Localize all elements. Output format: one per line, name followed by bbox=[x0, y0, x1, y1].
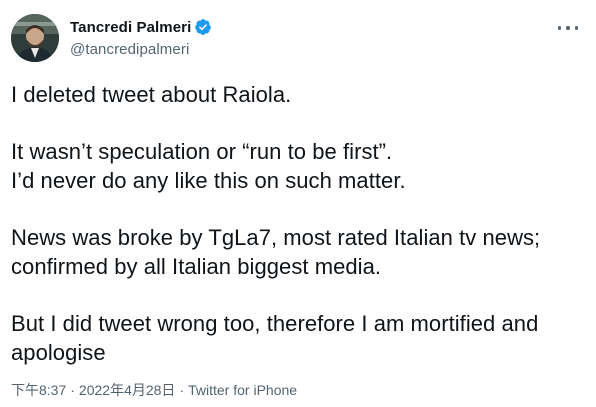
tweet-text: I deleted tweet about Raiola. It wasn’t … bbox=[11, 80, 586, 367]
author-names: Tancredi Palmeri @tancredipalmeri bbox=[70, 17, 212, 58]
tweet-source[interactable]: Twitter for iPhone bbox=[188, 382, 297, 398]
display-name[interactable]: Tancredi Palmeri bbox=[70, 19, 191, 36]
tweet-paragraph: I deleted tweet about Raiola. bbox=[11, 80, 586, 109]
tweet-paragraph: But I did tweet wrong too, therefore I a… bbox=[11, 309, 586, 367]
meta-separator: · bbox=[70, 382, 75, 398]
tweet-line: I deleted tweet about Raiola. bbox=[11, 82, 292, 107]
tweet-paragraph: It wasn’t speculation or “run to be firs… bbox=[11, 137, 586, 195]
tweet-meta: 下午8:37 · 2022年4月28日 · Twitter for iPhone bbox=[11, 380, 297, 400]
tweet-line: But I did tweet wrong too, therefore I a… bbox=[11, 311, 539, 336]
tweet-paragraph: News was broke by TgLa7, most rated Ital… bbox=[11, 223, 586, 281]
more-dot bbox=[558, 26, 562, 30]
tweet-date[interactable]: 2022年4月28日 bbox=[79, 380, 176, 400]
tweet-line: confirmed by all Italian biggest media. bbox=[11, 254, 382, 279]
avatar[interactable] bbox=[11, 14, 59, 62]
tweet-line: News was broke by TgLa7, most rated Ital… bbox=[11, 225, 541, 250]
tweet-header: Tancredi Palmeri @tancredipalmeri bbox=[11, 14, 586, 64]
tweet-card: Tancredi Palmeri @tancredipalmeri I dele… bbox=[0, 0, 596, 407]
verified-badge-icon bbox=[194, 18, 212, 36]
tweet-line: apologise bbox=[11, 340, 106, 365]
meta-separator: · bbox=[179, 382, 185, 398]
tweet-line: I’d never do any like this on such matte… bbox=[11, 168, 406, 193]
more-dot bbox=[566, 26, 570, 30]
more-dot bbox=[574, 26, 578, 30]
tweet-time[interactable]: 下午8:37 bbox=[11, 380, 66, 400]
display-name-row: Tancredi Palmeri bbox=[70, 17, 212, 37]
author-handle[interactable]: @tancredipalmeri bbox=[70, 41, 212, 58]
tweet-line: It wasn’t speculation or “run to be firs… bbox=[11, 139, 393, 164]
more-options-icon[interactable] bbox=[558, 20, 578, 36]
